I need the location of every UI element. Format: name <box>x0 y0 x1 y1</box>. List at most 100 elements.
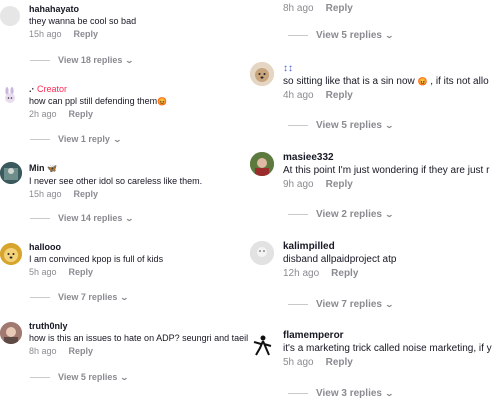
chevron-down-icon: ⌄ <box>384 31 395 40</box>
reply-button[interactable]: Reply <box>74 29 99 39</box>
comment-text: I never see other idol so careless like … <box>29 176 203 186</box>
divider-line <box>288 34 308 36</box>
view-replies-button[interactable]: View 2 replies ⌄ <box>288 209 395 220</box>
avatar[interactable] <box>0 86 20 106</box>
view-replies-label: View 1 reply <box>58 134 110 144</box>
comment-time: 15h ago <box>29 189 62 199</box>
view-replies-label: View 18 replies <box>58 55 123 65</box>
chevron-down-icon: ⌄ <box>384 300 395 309</box>
photo-avatar-icon <box>250 241 274 265</box>
reply-button[interactable]: Reply <box>331 268 358 279</box>
chevron-down-icon: ⌄ <box>384 121 395 130</box>
comment-text: how can ppl still defending them <box>29 96 158 106</box>
comment-username[interactable]: hallooo <box>29 241 163 253</box>
view-replies-button[interactable]: View 14 replies ⌄ <box>30 213 135 223</box>
creator-badge: Creator <box>37 84 68 94</box>
comment-username[interactable]: .· <box>29 84 35 94</box>
angry-face-icon: 😡 <box>417 77 428 86</box>
view-replies-label: View 5 replies <box>58 372 118 382</box>
angry-face-icon: 😡 <box>157 97 168 106</box>
comment-username[interactable]: Min <box>29 163 45 173</box>
view-replies-button[interactable]: View 5 replies ⌄ <box>30 372 130 382</box>
view-replies-button[interactable]: View 3 replies ⌄ <box>288 388 395 399</box>
reply-button[interactable]: Reply <box>69 267 94 277</box>
comment-text: they wanna be cool so bad <box>29 16 137 26</box>
view-replies-button[interactable]: View 5 replies ⌄ <box>288 30 395 41</box>
dog-avatar-icon <box>0 243 22 265</box>
comment-time: 9h ago <box>283 179 314 190</box>
avatar[interactable] <box>250 241 274 265</box>
divider-line <box>30 297 50 299</box>
divider-line <box>30 218 50 220</box>
comment-username[interactable]: hahahayato <box>29 3 136 15</box>
chevron-down-icon: ⌄ <box>120 293 130 302</box>
reply-button[interactable]: Reply <box>326 357 353 368</box>
username-emoji-icon[interactable]: ↕↕ <box>283 62 500 75</box>
chevron-down-icon: ⌄ <box>120 373 130 382</box>
comment-time: 8h ago <box>29 346 57 356</box>
view-replies-label: View 2 replies <box>316 209 382 220</box>
divider-line <box>30 60 50 62</box>
view-replies-label: View 3 replies <box>316 388 382 399</box>
view-replies-button[interactable]: View 1 reply ⌄ <box>30 134 122 144</box>
photo-avatar-icon <box>0 162 22 184</box>
avatar[interactable] <box>0 243 22 265</box>
comment-time: 8h ago <box>283 3 314 14</box>
view-replies-label: View 7 replies <box>316 299 382 310</box>
comment-text: how is this an issues to hate on ADP? se… <box>29 333 249 343</box>
silhouette-avatar-icon <box>250 333 274 357</box>
comment-text: At this point I'm just wondering if they… <box>283 165 490 176</box>
view-replies-label: View 5 replies <box>316 30 382 41</box>
reply-button[interactable]: Reply <box>326 90 353 101</box>
chevron-down-icon: ⌄ <box>112 135 122 144</box>
divider-line <box>288 124 308 126</box>
chevron-down-icon: ⌄ <box>125 56 135 65</box>
comment-time: 5h ago <box>29 267 57 277</box>
view-replies-label: View 5 replies <box>316 120 382 131</box>
comment-text-cont: , if its not allo <box>430 76 489 87</box>
avatar[interactable] <box>250 333 274 357</box>
bunny-avatar-icon <box>5 87 15 103</box>
comment-username[interactable]: masiee332 <box>283 151 500 164</box>
avatar[interactable] <box>0 322 22 344</box>
chevron-down-icon: ⌄ <box>125 214 135 223</box>
comment-time: 2h ago <box>29 109 57 119</box>
view-replies-button[interactable]: View 5 replies ⌄ <box>288 120 395 131</box>
avatar[interactable] <box>0 162 22 184</box>
avatar[interactable] <box>250 152 274 176</box>
view-replies-button[interactable]: View 18 replies ⌄ <box>30 55 135 65</box>
chevron-down-icon: ⌄ <box>384 210 395 219</box>
comment-username[interactable]: truth0nly <box>29 320 248 332</box>
view-replies-button[interactable]: View 7 replies ⌄ <box>30 292 130 302</box>
divider-line <box>30 377 50 379</box>
avatar[interactable] <box>250 62 274 86</box>
avatar[interactable] <box>0 6 20 26</box>
comment-time: 4h ago <box>283 90 314 101</box>
reply-button[interactable]: Reply <box>69 109 94 119</box>
comment-username[interactable]: kalimpilled <box>283 240 396 253</box>
divider-line <box>288 213 308 215</box>
comment-username[interactable]: flamemperor <box>283 329 500 342</box>
divider-line <box>30 139 50 141</box>
divider-line <box>288 303 308 305</box>
comment-time: 12h ago <box>283 268 320 279</box>
reply-button[interactable]: Reply <box>326 3 353 14</box>
reply-button[interactable]: Reply <box>69 346 94 356</box>
reply-button[interactable]: Reply <box>74 189 99 199</box>
photo-avatar-icon <box>250 152 274 176</box>
photo-avatar-icon <box>0 322 22 344</box>
view-replies-label: View 7 replies <box>58 292 118 302</box>
butterfly-icon: 🦋 <box>47 164 57 173</box>
comment-text: it's a marketing trick called noise mark… <box>283 343 492 354</box>
view-replies-button[interactable]: View 7 replies ⌄ <box>288 299 395 310</box>
comment-text: I am convinced kpop is full of kids <box>29 254 164 264</box>
comment-text: disband allpaidproject atp <box>283 254 397 265</box>
dog-avatar-icon <box>250 62 274 86</box>
comment-text: so sitting like that is a sin now <box>283 76 415 87</box>
divider-line <box>288 392 308 394</box>
comment-time: 5h ago <box>283 357 314 368</box>
comment-time: 15h ago <box>29 29 62 39</box>
reply-button[interactable]: Reply <box>326 179 353 190</box>
view-replies-label: View 14 replies <box>58 213 123 223</box>
chevron-down-icon: ⌄ <box>384 389 395 398</box>
